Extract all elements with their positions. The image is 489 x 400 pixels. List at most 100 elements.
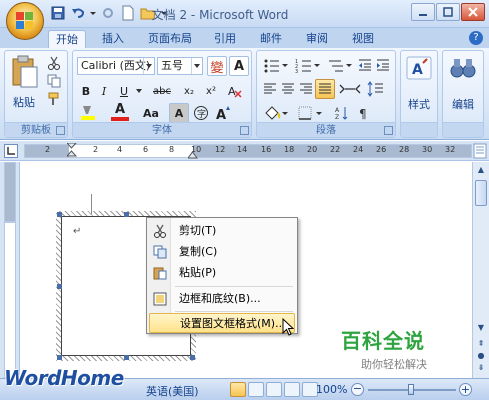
previous-page-icon[interactable]: ⇞ — [475, 338, 487, 350]
decrease-indent-button[interactable] — [357, 55, 373, 75]
scroll-down-icon[interactable]: ▼ — [475, 322, 487, 334]
bullet-list-icon — [264, 59, 288, 73]
scroll-thumb[interactable] — [475, 180, 487, 206]
editing-label: 编辑 — [452, 98, 474, 111]
format-painter-button[interactable] — [45, 91, 63, 107]
borders-button[interactable] — [295, 103, 325, 123]
browse-object-icon[interactable]: ● — [475, 350, 487, 362]
menu-item-paste[interactable]: 粘贴(P) — [149, 263, 295, 283]
menu-item-format-frame[interactable]: 设置图文框格式(M)... — [149, 313, 295, 333]
styles-button[interactable]: A 样式 — [403, 55, 435, 121]
justify-button[interactable] — [315, 79, 335, 99]
bold-button[interactable]: B — [77, 81, 95, 101]
resize-handle[interactable] — [190, 355, 195, 360]
subscript-button[interactable]: x₂ — [179, 81, 199, 101]
increase-indent-button[interactable] — [375, 55, 391, 75]
cut-button[interactable] — [45, 55, 63, 71]
character-border-button[interactable]: A — [229, 56, 249, 76]
line-spacing-button[interactable] — [365, 79, 393, 99]
paragraph-group-label: 段落 — [257, 122, 395, 137]
align-right-button[interactable] — [297, 79, 315, 99]
print-layout-view-button[interactable] — [230, 382, 246, 397]
italic-button[interactable]: I — [95, 81, 113, 101]
zoom-level[interactable]: 100% — [316, 383, 347, 396]
enclose-characters-button[interactable]: 字 — [191, 103, 211, 123]
distributed-button[interactable] — [337, 79, 363, 99]
multilevel-list-button[interactable] — [325, 55, 355, 75]
resize-handle[interactable] — [124, 212, 129, 217]
sort-button[interactable]: AZ — [333, 103, 351, 123]
office-button[interactable] — [6, 2, 44, 40]
tab-review[interactable]: 审阅 — [300, 30, 334, 48]
resize-handle[interactable] — [57, 355, 62, 360]
scissors-icon — [48, 56, 60, 70]
vertical-ruler[interactable] — [0, 162, 20, 378]
strikethrough-button[interactable]: abc — [149, 81, 175, 101]
scroll-up-icon[interactable]: ▲ — [475, 164, 487, 176]
web-layout-view-button[interactable] — [266, 382, 282, 397]
styles-group-label — [401, 122, 437, 137]
grow-font-button[interactable]: A — [213, 103, 233, 123]
shading-button[interactable] — [261, 103, 291, 123]
editing-group-label — [443, 122, 483, 137]
resize-handle[interactable] — [57, 212, 62, 217]
align-center-button[interactable] — [279, 79, 297, 99]
svg-text:A: A — [412, 62, 423, 78]
numbering-button[interactable]: 123 — [293, 55, 323, 75]
copy-button[interactable] — [45, 73, 63, 89]
menu-item-borders-shading[interactable]: 边框和底纹(B)... — [149, 289, 295, 309]
ribbon-tab-bar: 开始 插入 页面布局 引用 邮件 审阅 视图 ? — [0, 28, 489, 48]
resize-handle[interactable] — [124, 355, 129, 360]
bullets-button[interactable] — [261, 55, 291, 75]
tab-references[interactable]: 引用 — [208, 30, 242, 48]
clipboard-dialog-launcher[interactable] — [56, 126, 65, 135]
tab-view[interactable]: 视图 — [346, 30, 380, 48]
change-case-button[interactable]: Aa — [137, 103, 165, 123]
editing-button[interactable]: 编辑 — [447, 55, 479, 121]
window-title: 文档 2 - Microsoft Word — [151, 8, 289, 22]
help-icon[interactable]: ? — [469, 31, 483, 45]
language-indicator[interactable]: 英语(美国) — [146, 383, 199, 399]
tab-insert[interactable]: 插入 — [96, 30, 130, 48]
zoom-out-button[interactable]: − — [351, 383, 364, 396]
phonetic-guide-button[interactable]: 變 — [207, 56, 227, 76]
menu-item-cut[interactable]: 剪切(T) — [149, 221, 295, 241]
clear-formatting-button[interactable]: A — [225, 81, 245, 101]
close-button[interactable] — [461, 3, 485, 21]
horizontal-ruler[interactable]: 2 2 4 6 8 10 12 14 16 18 20 22 24 26 28 … — [24, 143, 472, 159]
view-ruler-toggle[interactable] — [473, 143, 487, 159]
font-dialog-launcher[interactable] — [240, 126, 249, 135]
zoom-in-button[interactable]: + — [459, 383, 472, 396]
paragraph-dialog-launcher[interactable] — [384, 126, 393, 135]
next-page-icon[interactable]: ⇟ — [475, 362, 487, 374]
tab-mailings[interactable]: 邮件 — [254, 30, 288, 48]
mouse-pointer-icon — [282, 318, 295, 336]
character-shading-button[interactable]: A — [169, 103, 189, 123]
styles-group: A 样式 — [400, 50, 438, 138]
zoom-slider-thumb[interactable] — [408, 384, 414, 395]
decrease-indent-icon — [359, 59, 371, 71]
maximize-button[interactable] — [436, 3, 460, 21]
tab-selector-button[interactable] — [4, 144, 18, 158]
tab-home[interactable]: 开始 — [48, 30, 86, 48]
font-name-combo[interactable]: Calibri (西文) — [77, 57, 155, 75]
font-size-combo[interactable]: 五号 — [157, 57, 203, 75]
outline-view-button[interactable] — [284, 382, 300, 397]
resize-handle[interactable] — [57, 284, 62, 289]
align-left-button[interactable] — [261, 79, 279, 99]
paint-bucket-icon — [265, 106, 288, 120]
baike-watermark-title: 百科全说 — [341, 329, 425, 353]
font-color-button[interactable]: A — [107, 102, 133, 123]
tab-page-layout[interactable]: 页面布局 — [142, 30, 198, 48]
superscript-button[interactable]: x² — [201, 81, 221, 101]
menu-item-copy[interactable]: 复制(C) — [149, 242, 295, 262]
text-highlight-button[interactable] — [77, 103, 103, 123]
underline-dropdown[interactable] — [135, 81, 143, 101]
paste-button[interactable]: 粘贴 — [9, 55, 39, 109]
show-hide-marks-button[interactable]: ¶ — [355, 103, 373, 123]
minimize-button[interactable] — [411, 3, 435, 21]
ruler-tick: 2 — [45, 145, 51, 154]
underline-button[interactable]: U — [113, 81, 135, 101]
full-screen-reading-view-button[interactable] — [248, 382, 264, 397]
vertical-scrollbar[interactable]: ▲ ▼ ⇞ ● ⇟ — [472, 162, 489, 378]
